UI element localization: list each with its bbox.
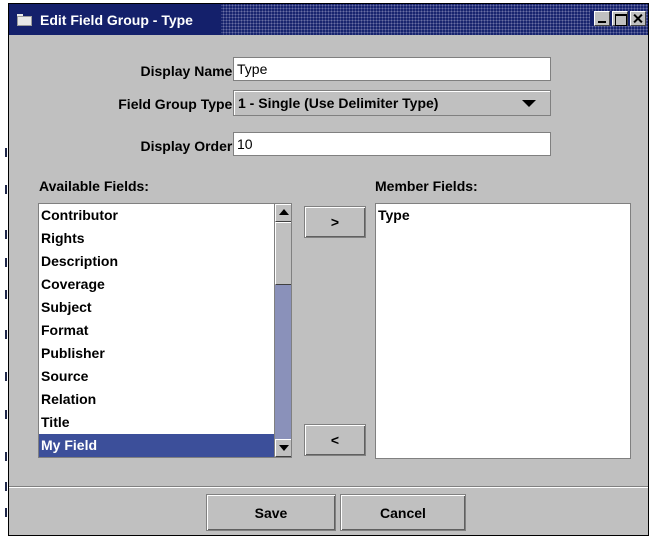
list-item[interactable]: Rights [39,227,291,250]
chevron-down-icon[interactable] [522,100,536,107]
maximize-icon[interactable] [612,11,628,26]
left-edge-marks [0,0,8,539]
scroll-down-button[interactable] [275,439,291,457]
field-group-type-label: Field Group Type: [118,96,237,112]
available-fields-list[interactable]: Contributor Rights Description Coverage Subj… [38,203,292,458]
display-name-label: Display Name: [140,63,237,79]
scroll-up-button[interactable] [275,204,291,222]
list-item[interactable]: Title [39,411,291,434]
add-field-button[interactable]: > [304,206,366,238]
member-fields-list[interactable]: Type [375,203,631,459]
folder-icon [17,13,32,26]
save-button[interactable]: Save [206,494,336,531]
display-name-input[interactable]: Type [233,57,551,81]
close-icon[interactable] [630,11,646,26]
list-item[interactable]: Description [39,250,291,273]
field-group-type-select[interactable]: 1 - Single (Use Delimiter Type) [233,90,551,116]
list-item[interactable]: Publisher [39,342,291,365]
display-order-input[interactable]: 10 [233,132,551,156]
available-fields-items: Contributor Rights Description Coverage Subj… [39,204,291,457]
cancel-button[interactable]: Cancel [340,494,466,531]
available-fields-label: Available Fields: [39,178,149,194]
chevron-down-icon [279,445,289,451]
available-fields-scrollbar[interactable] [274,204,291,457]
window-title: Edit Field Group - Type [40,11,193,28]
field-group-type-value: 1 - Single (Use Delimiter Type) [238,95,439,111]
list-item[interactable]: Relation [39,388,291,411]
list-item[interactable]: Format [39,319,291,342]
title-left: Edit Field Group - Type [9,4,221,35]
chevron-up-icon [279,209,289,215]
list-item[interactable]: Subject [39,296,291,319]
member-fields-items: Type [376,204,630,227]
member-fields-label: Member Fields: [375,178,478,194]
list-item[interactable]: Type [376,204,630,227]
scroll-track[interactable] [275,285,291,439]
list-item[interactable]: Source [39,365,291,388]
display-order-label: Display Order: [140,138,237,154]
title-bar[interactable]: Edit Field Group - Type [9,4,648,35]
window-controls [590,11,646,26]
minimize-icon[interactable] [594,11,610,26]
remove-field-button[interactable]: < [304,424,366,456]
scroll-thumb[interactable] [275,222,291,285]
list-item[interactable]: My Field [39,434,291,457]
list-item[interactable]: Coverage [39,273,291,296]
footer-divider [9,486,648,488]
list-item[interactable]: Contributor [39,204,291,227]
edit-field-group-dialog: Edit Field Group - Type Display Name: Ty… [8,3,649,536]
